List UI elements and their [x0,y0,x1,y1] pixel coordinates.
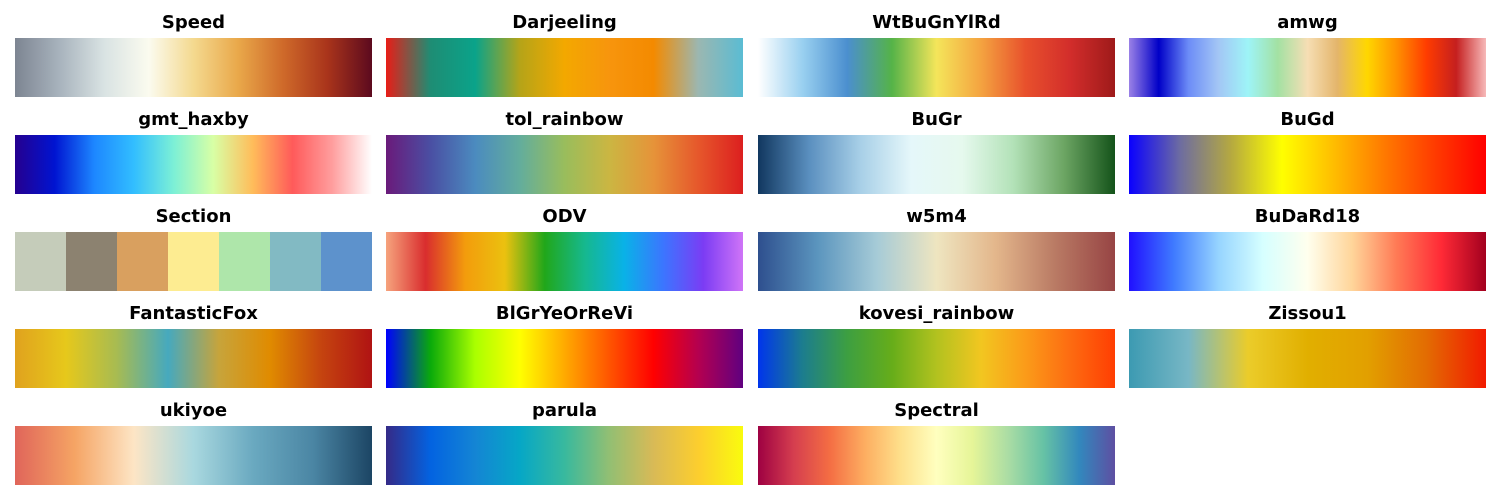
colormap-gradient-bar [15,135,372,194]
colormap-gradient-bar [15,329,372,388]
colormap-panel: Speed [15,10,372,98]
colormap-title: Speed [161,12,226,33]
colormap-panel: ukiyoe [15,398,372,486]
colormap-gradient-bar [386,426,743,485]
colormap-panel: parula [386,398,743,486]
colormap-gradient-bar [758,135,1115,194]
colormap-panel: Spectral [758,398,1115,486]
colormap-panel: WtBuGnYlRd [758,10,1115,98]
colormap-title: Zissou1 [1268,303,1347,324]
colormap-panel: w5m4 [758,204,1115,292]
colormap-panel: BlGrYeOrReVi [386,301,743,389]
colormap-gradient-bar [15,38,372,97]
colormap-panel: tol_rainbow [386,107,743,195]
colormap-title: tol_rainbow [505,109,624,130]
colormap-title: BuDaRd18 [1254,206,1361,227]
colormap-gradient-bar [15,232,372,291]
colormap-panel: Zissou1 [1129,301,1486,389]
colormap-gradient-bar [386,38,743,97]
colormap-title: BuGd [1280,109,1335,130]
colormap-panel: gmt_haxby [15,107,372,195]
colormap-title: w5m4 [906,206,967,227]
colormap-panel: ODV [386,204,743,292]
colormap-gradient-bar [758,329,1115,388]
colormap-gradient-bar [758,38,1115,97]
colormap-panel: Section [15,204,372,292]
colormap-panel: FantasticFox [15,301,372,389]
colormap-title: Darjeeling [512,12,617,33]
colormap-title: gmt_haxby [138,109,249,130]
colormap-title: WtBuGnYlRd [872,12,1001,33]
colormap-gradient-bar [1129,329,1486,388]
colormap-gradient-bar [386,135,743,194]
colormap-panel: Darjeeling [386,10,743,98]
colormap-title: parula [531,400,598,421]
colormap-title: BuGr [911,109,962,130]
colormap-panel: kovesi_rainbow [758,301,1115,389]
colormap-panel: BuGr [758,107,1115,195]
colormap-title: ukiyoe [159,400,228,421]
colormap-title: ODV [542,206,587,227]
colormap-title: Section [155,206,232,227]
colormap-gradient-bar [1129,38,1486,97]
colormap-title: BlGrYeOrReVi [495,303,634,324]
colormap-gradient-bar [15,426,372,485]
colormap-panel: amwg [1129,10,1486,98]
colormap-gradient-bar [1129,232,1486,291]
colormap-title: Spectral [894,400,979,421]
colormap-title: FantasticFox [129,303,258,324]
colormap-panel: BuDaRd18 [1129,204,1486,292]
colormap-panel: BuGd [1129,107,1486,195]
colormap-gradient-bar [758,426,1115,485]
colormap-grid: Speed Darjeeling WtBuGnYlRd amwg gmt_hax… [15,10,1486,490]
colormap-title: amwg [1277,12,1338,33]
colormap-gradient-bar [1129,135,1486,194]
colormap-title: kovesi_rainbow [858,303,1015,324]
colormap-gradient-bar [386,329,743,388]
colormap-gradient-bar [386,232,743,291]
colormap-gradient-bar [758,232,1115,291]
